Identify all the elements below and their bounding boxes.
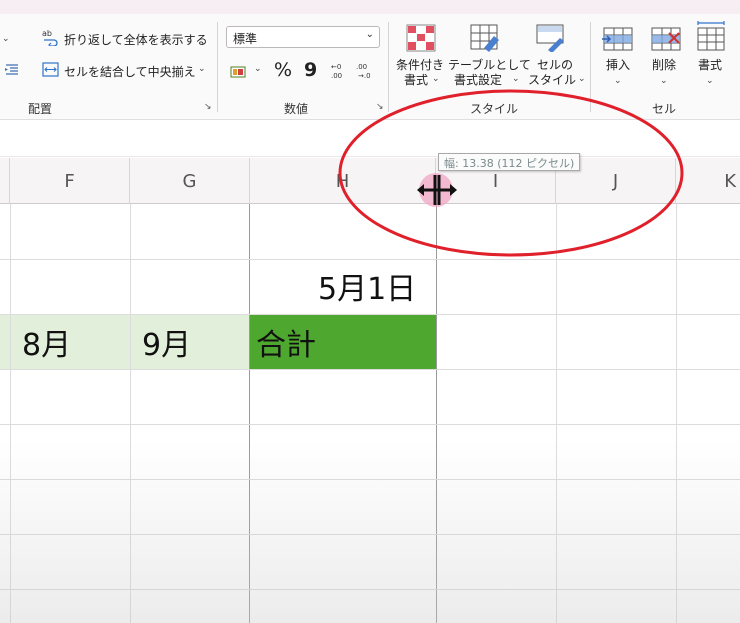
header-cell-august[interactable]: 8月 [22,320,71,364]
number-format-select[interactable]: 標準 ⌄ [226,26,380,48]
column-header-f[interactable]: F [10,158,130,204]
formula-bar-area [0,121,740,157]
increase-indent-icon[interactable] [4,62,20,76]
chevron-down-icon[interactable]: ⌄ [706,76,714,86]
chevron-down-icon[interactable]: ⌄ [2,34,10,44]
format-cells-icon[interactable] [696,20,726,52]
svg-text:→.0: →.0 [358,72,371,80]
column-header-k[interactable]: K [676,158,740,204]
group-divider [217,22,218,112]
styles-group-label: スタイル [470,102,519,116]
insert-cells-icon[interactable] [602,26,634,52]
chevron-down-icon[interactable]: ⌄ [512,74,520,84]
delete-button[interactable]: 削除 [652,58,676,72]
gridline [130,204,131,623]
chevron-down-icon[interactable]: ⌄ [660,76,668,86]
svg-text:←0: ←0 [331,63,341,71]
percent-style-button[interactable]: % [274,59,292,81]
chevron-down-icon[interactable]: ⌄ [254,64,262,74]
conditional-formatting-label-2[interactable]: 書式 [404,73,428,87]
gridline [0,424,740,425]
chevron-down-icon[interactable]: ⌄ [578,74,586,84]
format-as-table-label-2[interactable]: 書式設定 [454,73,502,87]
gridline [10,204,11,623]
number-format-value: 標準 [233,32,258,46]
column-border-dark [249,204,250,623]
svg-text:ab: ab [42,29,52,38]
gridline [0,369,740,370]
date-cell[interactable]: 5月1日 [318,264,416,308]
merge-center-icon[interactable] [42,62,59,77]
gridline [556,204,557,623]
conditional-formatting-label-1[interactable]: 条件付き [396,58,444,72]
column-header-g[interactable]: G [130,158,250,204]
alignment-group-label: 配置 [28,102,53,116]
cells-group-label: セル [652,102,677,116]
ribbon: ⌄ ab 折り返して全体を表示する セルを結合して中央揃え ⌄ 配置 ↘ 標準 … [0,14,740,120]
wrap-text-button[interactable]: 折り返して全体を表示する [64,31,208,48]
cell-styles-label-1[interactable]: セルの [537,58,573,72]
svg-text:.00: .00 [331,72,342,80]
gridline [0,534,740,535]
gridline [0,479,740,480]
conditional-formatting-icon[interactable] [406,24,436,52]
column-header-partial[interactable] [0,158,10,204]
dialog-launcher-icon[interactable]: ↘ [376,102,384,112]
cell-styles-icon[interactable] [536,24,568,53]
group-divider [590,22,591,112]
delete-cells-icon[interactable] [650,26,682,52]
chevron-down-icon[interactable]: ⌄ [198,64,206,74]
comma-style-button[interactable]: 9 [304,59,317,81]
svg-text:.00: .00 [356,63,367,71]
format-as-table-label-1[interactable]: テーブルとして [448,58,531,72]
group-divider [388,22,389,112]
chevron-down-icon[interactable]: ⌄ [614,76,622,86]
ribbon-tab-strip [0,0,740,14]
chevron-down-icon: ⌄ [365,29,374,40]
merge-center-button[interactable]: セルを結合して中央揃え [64,63,196,80]
header-cell-september[interactable]: 9月 [142,320,191,364]
cell-styles-label-2[interactable]: スタイル [528,73,576,87]
gridline [676,204,677,623]
decrease-decimal-icon[interactable]: .00 →.0 [354,62,376,80]
resize-cursor-icon [414,170,460,210]
accounting-format-icon[interactable] [230,64,248,78]
cell-grid[interactable]: 5月1日 8月 9月 合計 [0,204,740,623]
gridline [0,589,740,590]
format-button[interactable]: 書式 [698,58,722,72]
header-cell-total[interactable]: 合計 [256,320,316,364]
dialog-launcher-icon[interactable]: ↘ [204,102,212,112]
increase-decimal-icon[interactable]: ←0.00 [328,62,348,80]
wrap-text-icon[interactable]: ab [42,28,60,48]
insert-button[interactable]: 挿入 [606,58,630,72]
column-width-tooltip: 幅: 13.38 (112 ピクセル) [438,153,581,171]
format-as-table-icon[interactable] [470,24,502,52]
gridline [0,314,740,315]
chevron-down-icon[interactable]: ⌄ [432,74,440,84]
gridline [0,259,740,260]
column-border-dark [436,204,437,623]
number-group-label: 数値 [284,102,309,116]
column-header-row: F G H I J K [0,158,740,204]
column-header-h[interactable]: H [250,158,436,204]
